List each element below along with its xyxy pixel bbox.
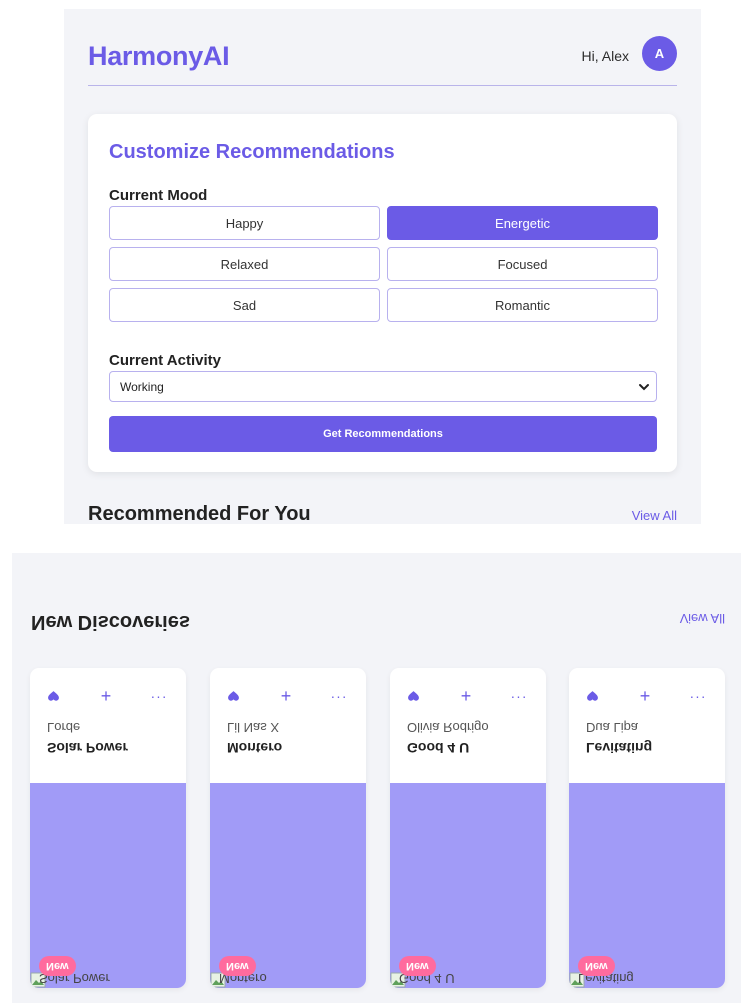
song-card-good-4-u[interactable]: + ··· Olivia Rodrigo Good 4 U Good 4 U N… bbox=[390, 668, 546, 988]
mood-button-sad[interactable]: Sad bbox=[109, 288, 380, 322]
mood-grid: Happy Energetic Relaxed Focused Sad Roma… bbox=[109, 206, 658, 322]
card-actions: + ··· bbox=[210, 687, 366, 705]
discoveries-view-all-text: View All bbox=[679, 611, 725, 626]
heart-icon[interactable] bbox=[44, 687, 62, 705]
album-art: Good 4 U New bbox=[390, 783, 546, 988]
song-artist-text: Lorde bbox=[47, 720, 81, 735]
song-title: Montero bbox=[227, 740, 282, 756]
song-artist-text: Dua Lipa bbox=[586, 720, 639, 735]
customize-card: Customize Recommendations Current Mood H… bbox=[88, 114, 677, 472]
new-badge: New bbox=[399, 956, 436, 976]
new-badge: New bbox=[39, 956, 76, 976]
mood-button-relaxed[interactable]: Relaxed bbox=[109, 247, 380, 281]
album-art: Montero New bbox=[210, 783, 366, 988]
song-card-montero[interactable]: + ··· Lil Nas X Montero Montero New bbox=[210, 668, 366, 988]
discoveries-heading-text: New Discoveries bbox=[31, 611, 190, 633]
mood-button-happy[interactable]: Happy bbox=[109, 206, 380, 240]
mood-button-focused[interactable]: Focused bbox=[387, 247, 658, 281]
app-header: HarmonyAI Hi, Alex A bbox=[88, 9, 677, 86]
avatar[interactable]: A bbox=[642, 36, 677, 71]
top-panel: HarmonyAI Hi, Alex A Customize Recommend… bbox=[64, 9, 701, 524]
card-actions: + ··· bbox=[569, 687, 725, 705]
discoveries-view-all-link[interactable]: View All bbox=[680, 611, 725, 626]
activity-select-value: Working bbox=[120, 380, 164, 394]
mood-button-energetic[interactable]: Energetic bbox=[387, 206, 658, 240]
new-badge-text: New bbox=[226, 960, 249, 972]
discoveries-panel: New Discoveries View All + ··· Lorde Sol… bbox=[12, 553, 741, 1003]
album-art: Solar Power New bbox=[30, 783, 186, 988]
more-icon[interactable]: ··· bbox=[330, 687, 348, 705]
heart-icon[interactable] bbox=[583, 687, 601, 705]
song-artist-text: Lil Nas X bbox=[227, 720, 280, 735]
activity-select[interactable]: Working bbox=[109, 371, 657, 402]
song-artist: Dua Lipa bbox=[586, 720, 638, 735]
plus-icon[interactable]: + bbox=[97, 687, 115, 705]
song-title-text: Good 4 U bbox=[407, 740, 470, 756]
heart-icon[interactable] bbox=[224, 687, 242, 705]
song-artist-text: Olivia Rodrigo bbox=[407, 720, 489, 735]
activity-label: Current Activity bbox=[109, 352, 221, 369]
user-greeting: Hi, Alex bbox=[581, 48, 629, 64]
more-icon[interactable]: ··· bbox=[510, 687, 528, 705]
song-title-text: Solar Power bbox=[47, 740, 128, 756]
song-card-solar-power[interactable]: + ··· Lorde Solar Power Solar Power New bbox=[30, 668, 186, 988]
song-title: Levitating bbox=[586, 740, 652, 756]
more-icon[interactable]: ··· bbox=[689, 687, 707, 705]
get-recommendations-button[interactable]: Get Recommendations bbox=[109, 416, 657, 452]
customize-title: Customize Recommendations bbox=[109, 141, 395, 163]
album-art: Levitating New bbox=[569, 783, 725, 988]
recommended-view-all-link[interactable]: View All bbox=[632, 508, 677, 523]
plus-icon[interactable]: + bbox=[636, 687, 654, 705]
song-artist: Olivia Rodrigo bbox=[407, 720, 489, 735]
new-badge: New bbox=[578, 956, 615, 976]
song-title-text: Levitating bbox=[586, 740, 653, 756]
mood-label: Current Mood bbox=[109, 187, 208, 204]
recommended-heading: Recommended For You bbox=[88, 503, 311, 524]
mood-button-romantic[interactable]: Romantic bbox=[387, 288, 658, 322]
song-artist: Lorde bbox=[47, 720, 80, 735]
song-title-text: Montero bbox=[227, 740, 283, 756]
song-title: Good 4 U bbox=[407, 740, 469, 756]
card-actions: + ··· bbox=[390, 687, 546, 705]
card-actions: + ··· bbox=[30, 687, 186, 705]
discoveries-heading: New Discoveries bbox=[31, 610, 190, 633]
chevron-down-icon bbox=[639, 384, 649, 391]
new-badge: New bbox=[219, 956, 256, 976]
new-badge-text: New bbox=[406, 960, 429, 972]
more-icon[interactable]: ··· bbox=[150, 687, 168, 705]
plus-icon[interactable]: + bbox=[457, 687, 475, 705]
song-artist: Lil Nas X bbox=[227, 720, 279, 735]
song-card-levitating[interactable]: + ··· Dua Lipa Levitating Levitating New bbox=[569, 668, 725, 988]
app-logo[interactable]: HarmonyAI bbox=[88, 41, 230, 72]
plus-icon[interactable]: + bbox=[277, 687, 295, 705]
new-badge-text: New bbox=[46, 960, 69, 972]
song-title: Solar Power bbox=[47, 740, 128, 756]
heart-icon[interactable] bbox=[404, 687, 422, 705]
new-badge-text: New bbox=[585, 960, 608, 972]
